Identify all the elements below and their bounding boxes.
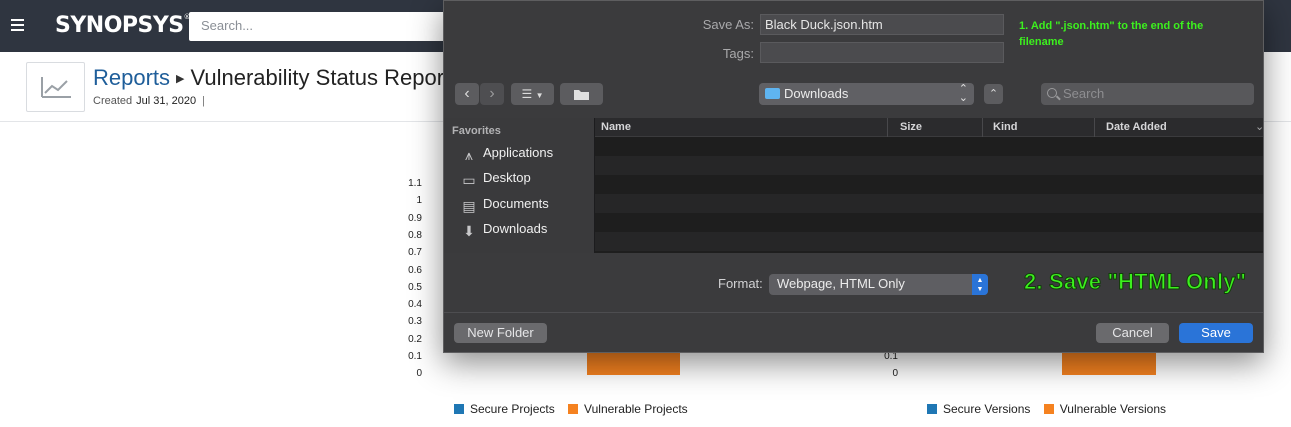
sidebar-item-label: Applications — [483, 145, 554, 160]
dialog-search-input[interactable]: Search — [1041, 83, 1254, 105]
save-as-input[interactable]: Black Duck.json.htm — [760, 14, 1004, 35]
file-row — [595, 175, 1263, 194]
y-tick-label: 0.2 — [408, 333, 422, 345]
y-tick-label: 1.1 — [408, 178, 422, 189]
location-value: Downloads — [784, 86, 849, 101]
report-chart-icon — [26, 62, 85, 112]
y-tick-label: 0.7 — [408, 247, 422, 259]
new-folder-toolbar-button[interactable] — [560, 83, 603, 105]
format-select[interactable]: Webpage, HTML Only ▲ ▼ — [769, 274, 988, 295]
column-size[interactable]: Size — [900, 121, 922, 133]
vulnerable-projects-swatch — [568, 404, 579, 414]
y-tick-label: 1 — [416, 195, 422, 207]
y-tick-label: 0.5 — [408, 281, 422, 293]
dialog-top-section: Save As: Black Duck.json.htm Tags: 1. Ad… — [444, 1, 1263, 118]
breadcrumb-reports-link[interactable]: Reports — [93, 65, 170, 90]
created-label: Created — [93, 95, 133, 107]
file-row — [595, 156, 1263, 175]
folder-icon — [574, 90, 589, 100]
secure-versions-swatch — [927, 404, 937, 414]
tags-input[interactable] — [760, 42, 1004, 63]
vulnerable-versions-swatch — [1043, 404, 1054, 414]
y-tick-label: 0 — [416, 368, 422, 380]
sidebar-item-downloads[interactable]: ⬇ Downloads — [460, 221, 547, 239]
collapse-button[interactable]: ⌃ — [984, 84, 1003, 104]
favorites-header: Favorites — [452, 125, 501, 137]
column-name[interactable]: Name — [601, 121, 631, 133]
save-as-label: Save As: — [702, 17, 754, 32]
legend-vulnerable-projects: Vulnerable Projects — [584, 402, 688, 416]
back-button[interactable]: ‹ — [455, 83, 479, 105]
column-date-added[interactable]: Date Added — [1106, 121, 1167, 133]
sidebar-item-desktop[interactable]: ▭ Desktop — [460, 170, 531, 188]
sidebar-item-applications[interactable]: ⩚ Applications — [460, 145, 553, 163]
sort-chevron-icon: ⌄ — [1255, 121, 1264, 133]
left-chart-legend: Secure Projects Vulnerable Projects — [454, 402, 688, 416]
applications-icon: ⩚ — [465, 147, 473, 163]
legend-secure-versions: Secure Versions — [943, 402, 1031, 416]
forward-button[interactable]: › — [480, 83, 504, 105]
updown-stepper-icon: ▲ ▼ — [972, 274, 988, 295]
save-button[interactable]: Save — [1179, 323, 1253, 343]
tags-label: Tags: — [722, 46, 754, 61]
legend-secure-projects: Secure Projects — [470, 402, 555, 416]
legend-vulnerable-versions: Vulnerable Versions — [1059, 402, 1167, 416]
location-popup[interactable]: Downloads ⌃ ⌄ — [759, 83, 974, 105]
y-tick-label: 0.9 — [408, 212, 422, 224]
new-folder-button[interactable]: New Folder — [454, 323, 547, 343]
favorites-sidebar: Favorites ⩚ Applications ▭ Desktop ▤ Docume… — [444, 118, 595, 253]
cancel-button[interactable]: Cancel — [1096, 323, 1169, 343]
annotation-step-2: 2. Save "HTML Only" — [1023, 269, 1247, 295]
annotation-step-1: 1. Add ".json.htm" to the end of the fil… — [1019, 20, 1204, 48]
vulnerable-versions-bar — [1062, 353, 1156, 375]
vulnerable-projects-bar — [587, 353, 680, 375]
downloads-folder-icon — [765, 88, 780, 99]
synopsys-logo[interactable]: SYNOPSYS® — [55, 13, 191, 38]
file-list-header: Name Size Kind Date Added ⌄ — [595, 118, 1264, 137]
right-chart-legend: Secure Versions Vulnerable Versions — [927, 402, 1166, 416]
format-label: Format: — [718, 276, 763, 291]
chevron-down-icon: ▼ — [535, 91, 544, 100]
y-tick-label: 0.3 — [408, 316, 422, 328]
screen: SYNOPSYS® Search... Reports ▶ Vulnerabilit… — [0, 0, 1291, 427]
y-tick-label: 0.4 — [408, 299, 422, 311]
y-tick-label: 0 — [892, 368, 898, 380]
file-row — [595, 194, 1263, 213]
secure-projects-swatch — [454, 404, 464, 414]
dialog-bottom-section: Format: Webpage, HTML Only ▲ ▼ 2. Save "H… — [444, 253, 1263, 352]
desktop-icon: ▭ — [462, 172, 476, 188]
y-tick-label: 0.1 — [408, 351, 422, 362]
sidebar-item-documents[interactable]: ▤ Documents — [460, 196, 549, 214]
sidebar-item-label: Downloads — [483, 221, 548, 236]
list-view-icon: ☰ — [521, 87, 533, 101]
search-placeholder: Search — [1063, 86, 1105, 101]
created-date: Jul 31, 2020 — [136, 95, 197, 107]
save-dialog: Save As: Black Duck.json.htm Tags: 1. Ad… — [443, 0, 1264, 353]
file-list: Name Size Kind Date Added ⌄ — [595, 118, 1264, 253]
file-row — [595, 213, 1263, 232]
search-icon — [1047, 88, 1057, 98]
breadcrumb: Reports ▶ Vulnerability Status Report — [93, 65, 450, 91]
view-options-button[interactable]: ☰ ▼ — [511, 83, 554, 105]
file-row — [595, 137, 1263, 156]
logo-text: SYNOPSYS — [55, 13, 184, 38]
caret-right-icon: ▶ — [176, 73, 185, 85]
documents-icon: ▤ — [462, 198, 476, 214]
created-separator: | — [202, 95, 205, 107]
column-kind[interactable]: Kind — [993, 121, 1017, 133]
updown-chevron-icon: ⌃ ⌄ — [958, 83, 968, 104]
format-value: Webpage, HTML Only — [777, 276, 905, 291]
y-tick-label: 0.8 — [408, 229, 422, 241]
file-row — [595, 232, 1263, 251]
sidebar-item-label: Documents — [483, 196, 549, 211]
created-info: Created Jul 31, 2020 | — [93, 95, 205, 107]
hamburger-menu-icon[interactable] — [11, 19, 24, 31]
page-title: Vulnerability Status Report — [190, 65, 451, 90]
sidebar-item-label: Desktop — [483, 170, 531, 185]
y-tick-label: 0.6 — [408, 264, 422, 276]
downloads-icon: ⬇ — [463, 223, 475, 239]
